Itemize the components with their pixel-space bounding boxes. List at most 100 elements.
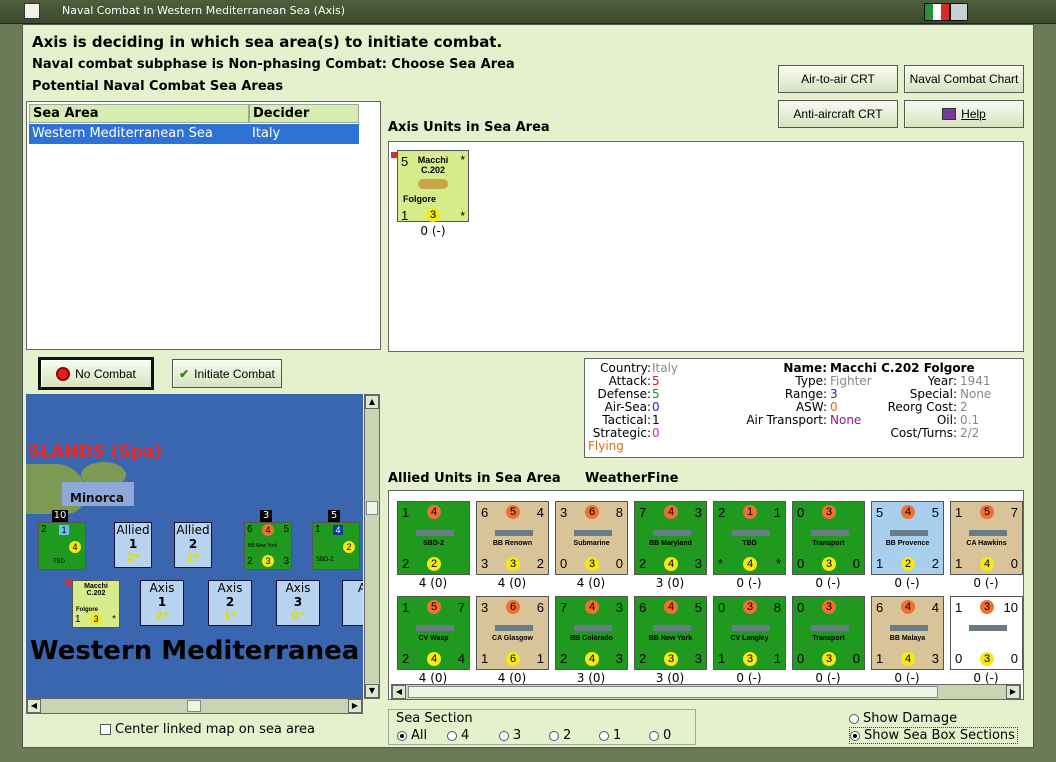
scroll-right-arrow[interactable]: ▶ xyxy=(1006,685,1020,699)
air-to-air-label: Air-to-air CRT xyxy=(801,72,875,86)
map-vertical-scrollbar[interactable]: ▲ ▼ xyxy=(364,394,380,699)
decider-cell[interactable]: Italy xyxy=(249,124,359,144)
sea-option-1[interactable]: 1 xyxy=(599,728,621,743)
allied-counter[interactable]: 2 1 1 TBD * 4 * xyxy=(713,501,786,575)
frame-left xyxy=(0,24,22,762)
counter-name3: Folgore xyxy=(403,194,436,204)
window-icon xyxy=(24,3,40,19)
axis-box-2[interactable]: Axis 2 1* xyxy=(208,580,252,626)
sea-option-3[interactable]: 3 xyxy=(499,728,521,743)
counter-bottom-mid: 6 xyxy=(506,652,520,666)
allied-counter[interactable]: 0 3 Transport 0 3 0 xyxy=(792,596,865,670)
ship-silhouette-icon xyxy=(732,530,770,536)
axis-box-1[interactable]: Axis 1 2* xyxy=(140,580,184,626)
counter-caption: 4 (0) xyxy=(497,576,527,590)
map-macchi-n1: Macchi xyxy=(84,583,108,590)
map-stack-tbd[interactable]: 2 1 4 TBD xyxy=(38,522,86,570)
radio-all[interactable] xyxy=(397,730,407,741)
counter-caption: 0 (-) xyxy=(894,576,920,590)
allied-counter[interactable]: 6 4 5 BB New York 2 3 3 xyxy=(634,596,707,670)
allied-counter[interactable]: 1 3 10 0 3 0 xyxy=(950,596,1023,670)
axis-box-4[interactable]: A xyxy=(342,580,363,626)
show-damage-row[interactable]: Show Damage xyxy=(849,711,957,726)
anti-aircraft-crt-button[interactable]: Anti-aircraft CRT xyxy=(778,100,898,128)
counter-caption: 3 (0) xyxy=(655,576,685,590)
sea-option-4[interactable]: 4 xyxy=(447,728,469,743)
radio-1[interactable] xyxy=(599,730,609,741)
counter-bottom-mid: 3 xyxy=(506,557,520,571)
map-horizontal-scrollbar[interactable]: ◀ ▶ xyxy=(26,698,363,714)
map-scroll-up[interactable]: ▲ xyxy=(365,395,379,409)
allied-counter[interactable]: 0 3 8 CV Langley 1 3 1 xyxy=(713,596,786,670)
map-macchi-tl: 1 xyxy=(75,614,81,625)
close-button[interactable] xyxy=(950,3,968,21)
map-scroll-left[interactable]: ◀ xyxy=(27,699,41,713)
sea-name-label: Western Mediterranea xyxy=(30,636,360,666)
allied-counter[interactable]: 1 5 7 CA Hawkins 1 4 0 xyxy=(950,501,1023,575)
radio-4[interactable] xyxy=(447,730,457,741)
sea-area-cell[interactable]: Western Mediterranean Sea xyxy=(29,124,249,144)
allied-counter[interactable]: 6 4 4 BB Malaya 1 4 3 xyxy=(871,596,944,670)
counter-top-mid: 6 xyxy=(506,600,520,614)
counter-top-mid: 3 xyxy=(822,505,836,519)
col-header-decider[interactable]: Decider xyxy=(249,104,359,123)
sea-option-2[interactable]: 2 xyxy=(549,728,571,743)
sea-area-list[interactable]: Sea Area Decider Western Mediterranean S… xyxy=(26,101,381,350)
scroll-thumb[interactable] xyxy=(408,686,938,698)
allied-box2-label: Allied xyxy=(176,523,210,537)
allied-box-2[interactable]: Allied 2 1* xyxy=(174,522,212,568)
sea-option-0[interactable]: 0 xyxy=(649,728,671,743)
counter-top-mid: 3 xyxy=(980,600,994,614)
map-stack-bb[interactable]: 6 4 5 BB New York 2 3 3 xyxy=(244,522,292,570)
col-header-sea-area[interactable]: Sea Area xyxy=(29,104,249,123)
map-scroll-down[interactable]: ▼ xyxy=(365,684,379,698)
show-sections-row[interactable]: Show Sea Box Sections xyxy=(849,727,1018,744)
show-sections-radio[interactable] xyxy=(850,730,860,741)
allied-counter[interactable]: 3 6 6 CA Glasgow 1 6 1 xyxy=(476,596,549,670)
initiate-combat-button[interactable]: ✔ Initiate Combat xyxy=(172,359,282,388)
map-bb-bm: 3 xyxy=(262,555,274,567)
counter-top-left: 3 xyxy=(481,600,489,615)
show-damage-radio[interactable] xyxy=(849,713,859,724)
map-bb-name: BB New York xyxy=(248,543,278,549)
counter-bottom-left: 1 xyxy=(876,556,884,571)
map-vthumb[interactable] xyxy=(366,501,378,515)
air-to-air-crt-button[interactable]: Air-to-air CRT xyxy=(778,65,898,93)
counter-top-mid: 6 xyxy=(585,505,599,519)
map-view[interactable]: SLANDS (Spa) Minorca 10 2 1 4 TBD Allied… xyxy=(26,394,363,699)
checkmark-icon: ✔ xyxy=(179,366,190,381)
naval-combat-chart-button[interactable]: Naval Combat Chart xyxy=(904,65,1024,93)
scroll-left-arrow[interactable]: ◀ xyxy=(392,685,406,699)
map-hthumb[interactable] xyxy=(187,700,201,712)
axis-box-3[interactable]: Axis 3 0* xyxy=(276,580,320,626)
allied-counter[interactable]: 3 6 8 Submarine 0 3 0 xyxy=(555,501,628,575)
macchi-counter[interactable]: 5 Macchi C.202 * Folgore 1 3 * xyxy=(397,150,469,223)
allied-counter[interactable]: 7 4 3 BB Colorado 2 4 3 xyxy=(555,596,628,670)
center-map-checkbox-row[interactable]: Center linked map on sea area xyxy=(100,722,315,737)
map-stack-macchi[interactable]: Macchi C.202 Folgore 1 3 * xyxy=(72,580,120,628)
axis-box2-label: Axis xyxy=(217,581,243,595)
allied-counter[interactable]: 1 4 SBD-2 2 2 xyxy=(397,501,470,575)
axis-units-title: Axis Units in Sea Area xyxy=(388,120,550,135)
map-stack-sbd[interactable]: 1 4 SBD-2 2 xyxy=(312,522,360,570)
counter-caption: 3 (0) xyxy=(576,671,606,685)
show-sections-label: Show Sea Box Sections xyxy=(864,728,1015,743)
allied-counter[interactable]: 6 5 4 BB Renown 3 3 2 xyxy=(476,501,549,575)
no-combat-button[interactable]: No Combat xyxy=(38,357,154,390)
sea-option-all[interactable]: All xyxy=(397,728,427,743)
allied-counter[interactable]: 7 4 3 BB Maryland 2 4 3 xyxy=(634,501,707,575)
counter-name: CA Glasgow xyxy=(492,635,533,642)
allied-horizontal-scrollbar[interactable]: ◀ ▶ xyxy=(391,684,1021,700)
allied-box-1[interactable]: Allied 1 2* xyxy=(114,522,152,568)
help-button[interactable]: Help xyxy=(904,100,1024,128)
allied-counter[interactable]: 5 4 5 BB Provence 1 2 2 xyxy=(871,501,944,575)
map-scroll-right[interactable]: ▶ xyxy=(348,699,362,713)
radio-0[interactable] xyxy=(649,730,659,741)
allied-counter[interactable]: 0 3 Transport 0 3 0 xyxy=(792,501,865,575)
counter-top-mid: 3 xyxy=(743,600,757,614)
radio-3[interactable] xyxy=(499,730,509,741)
center-map-checkbox[interactable] xyxy=(100,724,111,735)
counter-bottom-mid: 2 xyxy=(901,557,915,571)
allied-counter[interactable]: 1 5 7 CV Wasp 2 4 4 xyxy=(397,596,470,670)
radio-2[interactable] xyxy=(549,730,559,741)
